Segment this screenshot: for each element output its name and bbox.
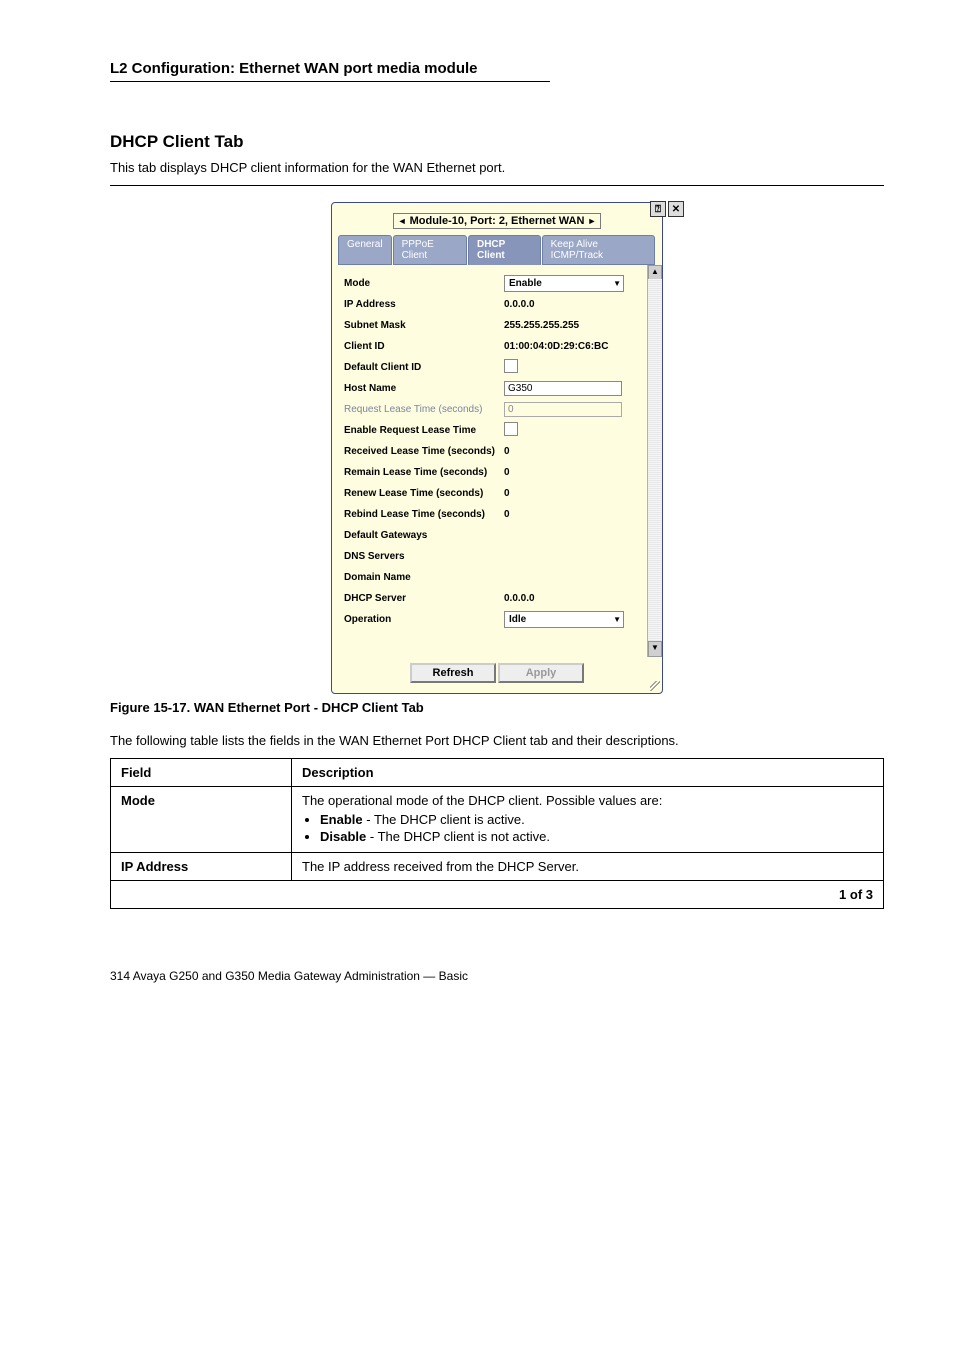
desc-lead: The operational mode of the DHCP client.… [302, 793, 662, 808]
label-mode: Mode [344, 278, 504, 289]
row-client-id: Client ID 01:00:04:0D:29:C6:BC [344, 337, 654, 355]
mode-select-value: Enable [509, 278, 542, 289]
option-desc: - The DHCP client is not active. [366, 829, 550, 844]
fields-header-description: Description [292, 759, 884, 787]
value-renew-lease-time: 0 [504, 488, 654, 499]
prev-icon[interactable]: ◄ [398, 216, 407, 226]
row-remain-lease-time: Remain Lease Time (seconds) 0 [344, 463, 654, 481]
tab-dhcp-client[interactable]: DHCP Client [468, 235, 541, 265]
scrollbar[interactable]: ▲ ▼ [647, 265, 662, 657]
fields-table: Field Description Mode The operational m… [110, 758, 884, 909]
chevron-down-icon: ▼ [613, 615, 621, 624]
apply-button[interactable]: Apply [498, 663, 584, 683]
continuation-cell: 1 of 3 [111, 881, 884, 909]
section-description: This tab displays DHCP client informatio… [110, 160, 884, 175]
value-subnet-mask: 255.255.255.255 [504, 320, 654, 331]
request-lease-time-input [504, 402, 622, 417]
label-ip-address: IP Address [344, 299, 504, 310]
label-request-lease-time: Request Lease Time (seconds) [344, 404, 504, 415]
row-operation: Operation Idle ▼ [344, 610, 654, 628]
figure-number: Figure 15-17. [110, 700, 190, 715]
value-dhcp-server: 0.0.0.0 [504, 593, 654, 604]
breadcrumb: L2 Configuration: Ethernet WAN port medi… [110, 60, 884, 77]
label-host-name: Host Name [344, 383, 504, 394]
divider [110, 185, 884, 186]
row-dhcp-server: DHCP Server 0.0.0.0 [344, 589, 654, 607]
tab-keep-alive[interactable]: Keep Alive ICMP/Track [542, 235, 655, 265]
field-description: The IP address received from the DHCP Se… [292, 853, 884, 881]
label-domain-name: Domain Name [344, 572, 504, 583]
chevron-down-icon: ▼ [613, 279, 621, 288]
row-dns-servers: DNS Servers [344, 547, 654, 565]
label-client-id: Client ID [344, 341, 504, 352]
form-scroll-region: ▲ ▼ Mode Enable ▼ IP Address [332, 265, 662, 657]
row-received-lease-time: Received Lease Time (seconds) 0 [344, 442, 654, 460]
table-row: Mode The operational mode of the DHCP cl… [111, 787, 884, 853]
close-icon[interactable]: ✕ [668, 201, 684, 217]
tab-pppoe-client[interactable]: PPPoE Client [393, 235, 467, 265]
option-name: Enable [320, 812, 363, 827]
host-name-input[interactable] [504, 381, 622, 396]
divider [110, 81, 550, 82]
label-remain-lease-time: Remain Lease Time (seconds) [344, 467, 504, 478]
refresh-button[interactable]: Refresh [410, 663, 496, 683]
option-desc: - The DHCP client is active. [363, 812, 525, 827]
label-operation: Operation [344, 614, 504, 625]
figure-caption: WAN Ethernet Port - DHCP Client Tab [194, 700, 424, 715]
default-client-id-checkbox[interactable] [504, 359, 518, 373]
tab-general[interactable]: General [338, 235, 392, 265]
label-default-gateways: Default Gateways [344, 530, 504, 541]
row-renew-lease-time: Renew Lease Time (seconds) 0 [344, 484, 654, 502]
section-title: DHCP Client Tab [110, 132, 884, 152]
row-request-lease-time: Request Lease Time (seconds) [344, 400, 654, 418]
field-name: IP Address [111, 853, 292, 881]
field-description: The operational mode of the DHCP client.… [292, 787, 884, 853]
label-default-client-id: Default Client ID [344, 362, 504, 373]
list-item: Enable - The DHCP client is active. [320, 812, 873, 827]
tab-strip: General PPPoE Client DHCP Client Keep Al… [338, 235, 656, 265]
resize-grip-icon[interactable] [650, 681, 660, 691]
row-host-name: Host Name [344, 379, 654, 397]
dialog-title-label: Module-10, Port: 2, Ethernet WAN [410, 215, 585, 227]
next-icon[interactable]: ► [587, 216, 596, 226]
table-row-continuation: 1 of 3 [111, 881, 884, 909]
fields-header-field: Field [111, 759, 292, 787]
label-renew-lease-time: Renew Lease Time (seconds) [344, 488, 504, 499]
value-ip-address: 0.0.0.0 [504, 299, 654, 310]
row-default-client-id: Default Client ID [344, 358, 654, 376]
value-remain-lease-time: 0 [504, 467, 654, 478]
footer-left: 314 Avaya G250 and G350 Media Gateway Ad… [110, 969, 468, 983]
list-item: Disable - The DHCP client is not active. [320, 829, 873, 844]
row-domain-name: Domain Name [344, 568, 654, 586]
row-enable-request-lease-time: Enable Request Lease Time [344, 421, 654, 439]
label-enable-request-lease-time: Enable Request Lease Time [344, 425, 504, 436]
label-rebind-lease-time: Rebind Lease Time (seconds) [344, 509, 504, 520]
label-subnet-mask: Subnet Mask [344, 320, 504, 331]
operation-select[interactable]: Idle ▼ [504, 611, 624, 628]
qmark-icon[interactable]: ⍰ [650, 201, 666, 217]
table-row: IP Address The IP address received from … [111, 853, 884, 881]
value-received-lease-time: 0 [504, 446, 654, 457]
row-default-gateways: Default Gateways [344, 526, 654, 544]
field-name: Mode [111, 787, 292, 853]
scroll-down-icon[interactable]: ▼ [648, 641, 662, 657]
row-subnet-mask: Subnet Mask 255.255.255.255 [344, 316, 654, 334]
row-mode: Mode Enable ▼ [344, 274, 654, 292]
option-name: Disable [320, 829, 366, 844]
value-client-id: 01:00:04:0D:29:C6:BC [504, 341, 654, 352]
label-dns-servers: DNS Servers [344, 551, 504, 562]
value-rebind-lease-time: 0 [504, 509, 654, 520]
enable-request-lease-time-checkbox[interactable] [504, 422, 518, 436]
operation-select-value: Idle [509, 614, 526, 625]
scroll-track[interactable] [648, 279, 662, 643]
label-received-lease-time: Received Lease Time (seconds) [344, 446, 504, 457]
row-rebind-lease-time: Rebind Lease Time (seconds) 0 [344, 505, 654, 523]
label-dhcp-server: DHCP Server [344, 593, 504, 604]
dialog-title-nav[interactable]: ◄ Module-10, Port: 2, Ethernet WAN ► [393, 213, 602, 229]
fields-intro: The following table lists the fields in … [110, 733, 884, 748]
mode-select[interactable]: Enable ▼ [504, 275, 624, 292]
row-ip-address: IP Address 0.0.0.0 [344, 295, 654, 313]
wan-dhcp-dialog: ⍰ ✕ ◄ Module-10, Port: 2, Ethernet WAN ►… [331, 202, 663, 694]
dialog-footer: RefreshApply [332, 657, 662, 693]
